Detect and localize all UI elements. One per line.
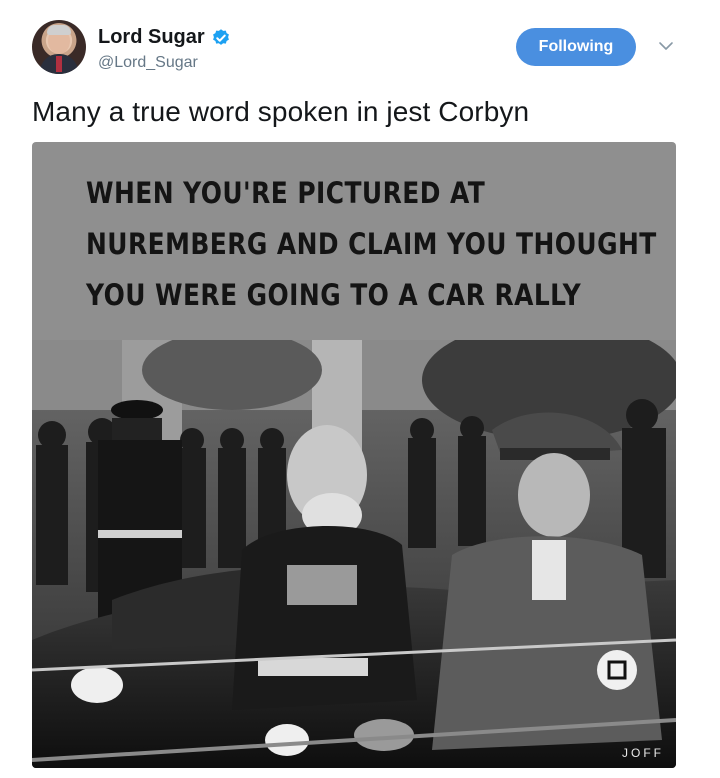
meme-caption-line-2: NUREMBERG AND CLAIM YOU THOUGHT <box>86 227 657 261</box>
following-button[interactable]: Following <box>516 28 636 66</box>
tweet-text: Many a true word spoken in jest Corbyn <box>32 96 530 127</box>
meme-photo <box>32 340 676 768</box>
meme-caption-panel: WHEN YOU'RE PICTURED AT NUREMBERG AND CL… <box>32 142 676 340</box>
tweet-media[interactable]: WHEN YOU'RE PICTURED AT NUREMBERG AND CL… <box>32 142 676 768</box>
verified-badge-icon <box>212 28 229 45</box>
watermark: JOFF <box>622 746 664 760</box>
meme-caption-line-3: YOU WERE GOING TO A CAR RALLY <box>86 278 582 312</box>
chevron-down-icon[interactable] <box>658 38 674 54</box>
tweet-header: Lord Sugar @Lord_Sugar Following <box>32 20 688 82</box>
author-name[interactable]: Lord Sugar <box>98 26 205 49</box>
avatar-tie <box>56 56 62 72</box>
author-handle[interactable]: @Lord_Sugar <box>98 54 198 72</box>
name-row: Lord Sugar <box>98 26 231 49</box>
avatar[interactable] <box>32 20 86 74</box>
meme-caption-line-1: WHEN YOU'RE PICTURED AT <box>86 176 486 210</box>
avatar-hair <box>47 25 71 35</box>
